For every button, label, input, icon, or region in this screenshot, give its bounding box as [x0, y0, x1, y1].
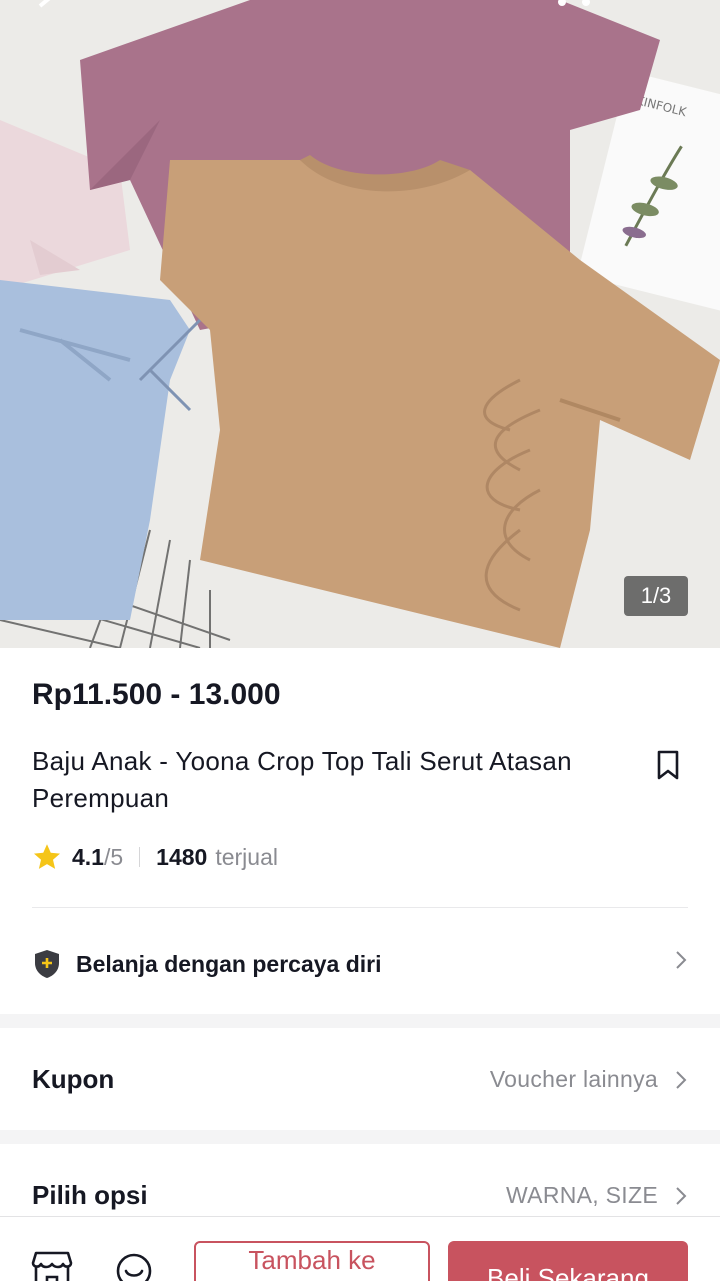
chat-icon[interactable]	[114, 1251, 154, 1281]
image-counter: 1/3	[624, 576, 688, 616]
bottom-action-bar: Tambah ke Beli Sekarang	[0, 1216, 720, 1281]
options-label: Pilih opsi	[32, 1179, 148, 1210]
bookmark-icon[interactable]	[652, 748, 684, 782]
coupon-row[interactable]: Kupon Voucher lainnya	[32, 1055, 688, 1103]
sold-count: 1480	[156, 843, 208, 870]
product-title: Baju Anak - Yoona Crop Top Tali Serut At…	[32, 746, 572, 813]
rating-score: 4.1	[72, 843, 104, 870]
divider	[139, 847, 141, 867]
trust-label: Belanja dengan percaya diri	[76, 950, 382, 977]
add-to-cart-button[interactable]: Tambah ke	[194, 1241, 430, 1281]
section-separator	[0, 1130, 720, 1144]
trust-row[interactable]: Belanja dengan percaya diri	[32, 944, 688, 984]
coupon-value: Voucher lainnya	[489, 1065, 658, 1092]
divider	[32, 907, 688, 908]
rating-max: /5	[103, 843, 124, 870]
chevron-right-icon	[676, 1071, 687, 1089]
rating-row: 4.1 /5 1480 terjual	[32, 840, 278, 874]
chevron-right-icon	[676, 1187, 687, 1205]
buy-now-button[interactable]: Beli Sekarang	[448, 1241, 688, 1281]
star-icon	[34, 844, 60, 869]
shop-icon[interactable]	[30, 1249, 74, 1281]
shield-icon	[35, 950, 59, 978]
product-image[interactable]: KINFOLK 1/3	[0, 0, 720, 648]
product-photo-illustration: KINFOLK	[0, 0, 720, 648]
chevron-right-icon	[676, 951, 687, 969]
options-value: WARNA, SIZE	[506, 1181, 658, 1208]
product-price: Rp11.500 - 13.000	[32, 678, 281, 711]
options-row[interactable]: Pilih opsi WARNA, SIZE	[32, 1171, 688, 1219]
coupon-label: Kupon	[32, 1063, 115, 1094]
sold-label: terjual	[215, 843, 278, 870]
section-separator	[0, 1014, 720, 1028]
